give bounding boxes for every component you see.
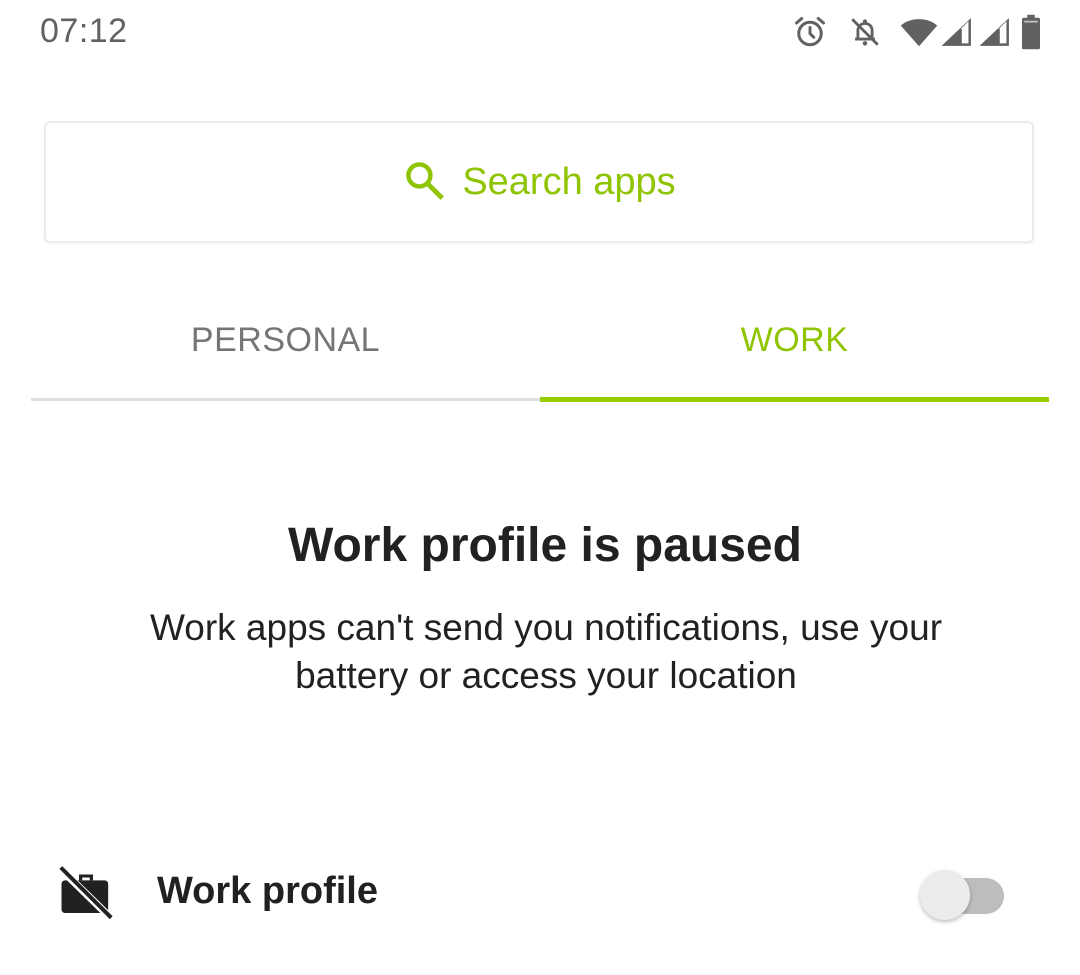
search-inner: Search apps	[402, 158, 676, 207]
cell-signal-icon	[940, 16, 974, 48]
battery-icon	[1020, 14, 1042, 50]
tab-personal-label: PERSONAL	[190, 320, 381, 359]
tab-personal[interactable]: PERSONAL	[31, 290, 540, 404]
toggle-thumb	[920, 870, 970, 920]
status-bar: 07:12	[0, 0, 1080, 66]
notifications-off-icon	[848, 14, 882, 50]
search-apps-bar[interactable]: Search apps	[44, 121, 1034, 243]
paused-description: Work apps can't send you notifications, …	[149, 607, 943, 696]
tab-work[interactable]: WORK	[540, 290, 1049, 404]
search-placeholder: Search apps	[462, 160, 676, 203]
status-clock: 07:12	[40, 12, 128, 50]
tab-selected-indicator	[540, 397, 1049, 402]
search-icon	[402, 158, 446, 207]
paused-title: Work profile is paused	[288, 519, 802, 572]
wifi-icon	[900, 16, 938, 48]
work-profile-toggle[interactable]	[920, 868, 1006, 924]
cell-signal-icon	[978, 16, 1012, 48]
status-icons	[792, 12, 1042, 52]
alarm-icon	[792, 14, 828, 50]
tab-work-label: WORK	[740, 320, 849, 359]
work-profile-label: Work profile	[157, 870, 378, 912]
work-off-icon	[57, 864, 114, 925]
work-profile-row[interactable]: Work profile	[0, 840, 1080, 950]
profile-tabs: PERSONAL WORK	[31, 290, 1049, 404]
